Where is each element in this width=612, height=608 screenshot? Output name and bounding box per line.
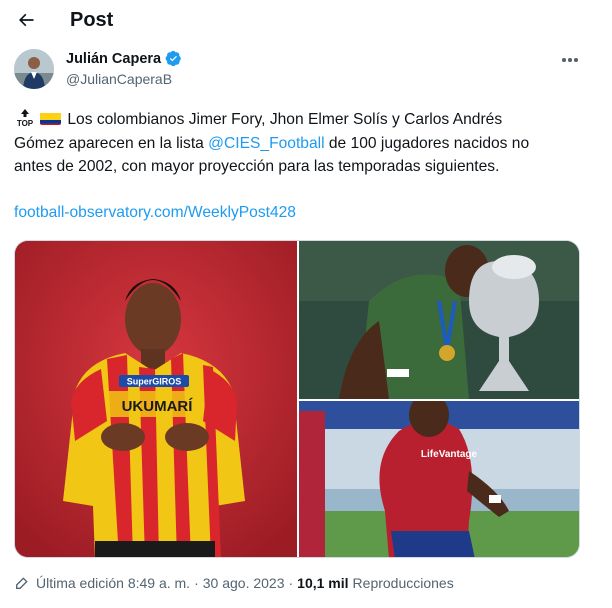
verified-badge-icon[interactable] xyxy=(165,50,182,67)
arrow-left-icon xyxy=(19,13,34,27)
page-title: Post xyxy=(70,9,114,31)
tweet-line-2b: de 100 jugadores nacidos no xyxy=(324,134,530,152)
photo-player-action[interactable]: LifeVantage xyxy=(299,401,579,557)
meta-separator-2: · xyxy=(288,575,294,591)
author-name-row: Julián Capera xyxy=(66,50,182,67)
tweet-line-1: Los colombianos Jimer Fory, Jhon Elmer S… xyxy=(67,111,503,128)
views-count: 10,1 mil xyxy=(297,575,349,591)
media-grid: SuperGIROS UKUMARÍ LifeVantage xyxy=(14,240,580,558)
tweet-line-3: antes de 2002, con mayor proyección para… xyxy=(14,158,500,175)
author-name[interactable]: Julián Capera xyxy=(66,51,161,67)
meta-separator: · xyxy=(194,575,199,591)
photo-trophy-celebration[interactable] xyxy=(299,241,579,399)
mention-link[interactable]: @CIES_Football xyxy=(208,135,324,152)
jersey-sponsor: UKUMARÍ xyxy=(122,398,194,415)
top-arrow-emoji: TOP xyxy=(14,109,36,128)
back-button[interactable] xyxy=(12,6,40,34)
colombia-flag-emoji xyxy=(40,111,62,125)
edited-time[interactable]: Última edición 8:49 a. m. xyxy=(36,575,190,591)
external-link[interactable]: football-observatory.com/WeeklyPost428 xyxy=(14,204,296,222)
jersey-sponsor-2: LifeVantage xyxy=(421,449,478,460)
tweet-line-2a: Gómez aparecen en la lista xyxy=(14,134,209,152)
avatar[interactable] xyxy=(14,49,54,89)
more-options-button[interactable] xyxy=(558,50,582,70)
author-handle[interactable]: @JulianCaperaB xyxy=(66,71,172,87)
top-emoji-text: TOP xyxy=(17,119,34,127)
post-date[interactable]: 30 ago. 2023 xyxy=(203,575,285,591)
photo-player-portrait[interactable]: SuperGIROS UKUMARÍ xyxy=(15,241,297,557)
views-label: Reproducciones xyxy=(352,575,454,591)
top-bar: Post xyxy=(0,0,612,42)
tweet-text: TOP Los colombianos Jimer Fory, Jhon Elm… xyxy=(14,108,584,179)
post-meta: Última edición 8:49 a. m. · 30 ago. 2023… xyxy=(14,575,454,591)
jersey-chest-brand: SuperGIROS xyxy=(127,377,182,387)
pencil-icon[interactable] xyxy=(14,575,30,591)
more-horizontal-icon xyxy=(562,58,566,62)
